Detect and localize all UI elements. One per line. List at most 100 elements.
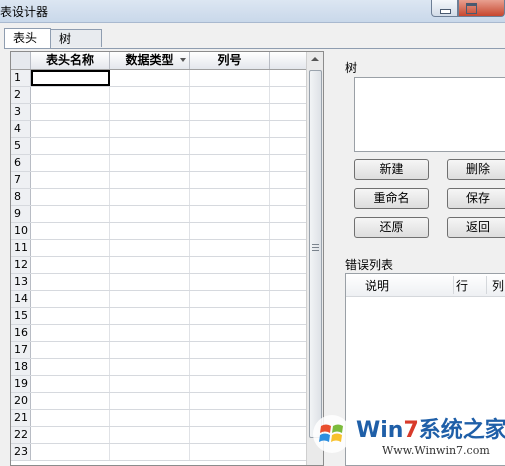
grid-cell[interactable] bbox=[270, 325, 307, 341]
table-row[interactable]: 3 bbox=[11, 104, 307, 121]
table-row[interactable]: 8 bbox=[11, 189, 307, 206]
new-button[interactable]: 新建 bbox=[354, 159, 429, 180]
grid-corner[interactable] bbox=[11, 52, 31, 69]
grid-cell[interactable] bbox=[110, 155, 190, 171]
grid-cell[interactable] bbox=[110, 308, 190, 324]
grid-cell[interactable] bbox=[31, 206, 110, 222]
grid-cell[interactable] bbox=[270, 172, 307, 188]
grid-cell[interactable] bbox=[270, 410, 307, 426]
grid-cell[interactable] bbox=[31, 257, 110, 273]
grid-cell[interactable] bbox=[31, 87, 110, 103]
table-row[interactable]: 6 bbox=[11, 155, 307, 172]
row-number[interactable]: 21 bbox=[11, 410, 31, 426]
tab-header[interactable]: 表头 bbox=[4, 28, 51, 48]
grid-cell[interactable] bbox=[31, 342, 110, 358]
grid-cell[interactable] bbox=[110, 87, 190, 103]
row-number[interactable]: 17 bbox=[11, 342, 31, 358]
grid-cell[interactable] bbox=[190, 359, 270, 375]
grid-cell[interactable] bbox=[31, 223, 110, 239]
table-row[interactable]: 10 bbox=[11, 223, 307, 240]
table-row[interactable]: 4 bbox=[11, 121, 307, 138]
table-row[interactable]: 16 bbox=[11, 325, 307, 342]
grid-cell[interactable] bbox=[31, 240, 110, 256]
grid-cell[interactable] bbox=[31, 427, 110, 443]
grid-cell[interactable] bbox=[270, 206, 307, 222]
grid-cell[interactable] bbox=[110, 121, 190, 137]
grid-cell[interactable] bbox=[31, 274, 110, 290]
row-number[interactable]: 13 bbox=[11, 274, 31, 290]
grid-cell[interactable] bbox=[110, 223, 190, 239]
grid-cell[interactable] bbox=[190, 325, 270, 341]
back-button[interactable]: 返回 bbox=[447, 217, 505, 238]
column-header-partial[interactable] bbox=[270, 52, 307, 69]
grid-cell[interactable] bbox=[31, 444, 110, 460]
row-number[interactable]: 8 bbox=[11, 189, 31, 205]
table-row[interactable]: 5 bbox=[11, 138, 307, 155]
row-number[interactable]: 12 bbox=[11, 257, 31, 273]
grid-cell[interactable] bbox=[110, 206, 190, 222]
row-number[interactable]: 19 bbox=[11, 376, 31, 392]
error-column-row[interactable]: 行 bbox=[456, 277, 468, 294]
row-number[interactable]: 22 bbox=[11, 427, 31, 443]
grid-cell[interactable] bbox=[31, 393, 110, 409]
tab-tree[interactable]: 树 bbox=[50, 29, 102, 47]
table-row[interactable]: 13 bbox=[11, 274, 307, 291]
grid-cell[interactable] bbox=[31, 104, 110, 120]
maximize-button[interactable] bbox=[458, 0, 505, 17]
grid-cell[interactable] bbox=[190, 444, 270, 460]
row-number[interactable]: 5 bbox=[11, 138, 31, 154]
grid-cell[interactable] bbox=[190, 257, 270, 273]
tree-view[interactable] bbox=[354, 77, 505, 152]
table-row[interactable]: 2 bbox=[11, 87, 307, 104]
grid-cell[interactable] bbox=[270, 427, 307, 443]
row-number[interactable]: 15 bbox=[11, 308, 31, 324]
row-number[interactable]: 3 bbox=[11, 104, 31, 120]
grid-cell[interactable] bbox=[270, 70, 307, 86]
column-header-column-number[interactable]: 列号 bbox=[190, 52, 270, 69]
grid-cell[interactable] bbox=[190, 342, 270, 358]
grid-cell[interactable] bbox=[31, 359, 110, 375]
grid-cell[interactable] bbox=[190, 87, 270, 103]
row-number[interactable]: 16 bbox=[11, 325, 31, 341]
grid-cell[interactable] bbox=[110, 444, 190, 460]
grid-cell[interactable] bbox=[270, 274, 307, 290]
grid-cell[interactable] bbox=[190, 393, 270, 409]
grid-cell[interactable] bbox=[31, 308, 110, 324]
grid-cell[interactable] bbox=[31, 291, 110, 307]
grid-cell[interactable] bbox=[31, 121, 110, 137]
grid-vertical-scrollbar[interactable] bbox=[306, 52, 323, 465]
row-number[interactable]: 9 bbox=[11, 206, 31, 222]
grid-cell[interactable] bbox=[270, 121, 307, 137]
table-row[interactable]: 23 bbox=[11, 444, 307, 461]
restore-button[interactable]: 还原 bbox=[354, 217, 429, 238]
grid-cell[interactable] bbox=[270, 104, 307, 120]
rename-button[interactable]: 重命名 bbox=[354, 188, 429, 209]
table-row[interactable]: 15 bbox=[11, 308, 307, 325]
grid-cell[interactable] bbox=[270, 155, 307, 171]
grid-cell[interactable] bbox=[270, 342, 307, 358]
grid-cell[interactable] bbox=[110, 291, 190, 307]
grid-cell[interactable] bbox=[190, 223, 270, 239]
minimize-button[interactable] bbox=[431, 0, 458, 17]
table-row[interactable]: 19 bbox=[11, 376, 307, 393]
grid-cell[interactable] bbox=[31, 70, 110, 86]
grid-cell[interactable] bbox=[110, 104, 190, 120]
grid-cell[interactable] bbox=[110, 189, 190, 205]
grid-cell[interactable] bbox=[110, 257, 190, 273]
table-row[interactable]: 17 bbox=[11, 342, 307, 359]
row-number[interactable]: 23 bbox=[11, 444, 31, 460]
grid-cell[interactable] bbox=[110, 138, 190, 154]
grid-cell[interactable] bbox=[270, 291, 307, 307]
table-row[interactable]: 1 bbox=[11, 70, 307, 87]
grid-cell[interactable] bbox=[190, 172, 270, 188]
table-row[interactable]: 18 bbox=[11, 359, 307, 376]
scroll-up-arrow-icon[interactable] bbox=[311, 57, 319, 61]
header-design-grid[interactable]: 表头名称 数据类型 列号 1 2 3 4 5 6 7 8 9 10 11 12 13 14 15 16 17 18… bbox=[10, 51, 324, 466]
row-number[interactable]: 20 bbox=[11, 393, 31, 409]
table-row[interactable]: 22 bbox=[11, 427, 307, 444]
grid-cell[interactable] bbox=[190, 189, 270, 205]
table-row[interactable]: 14 bbox=[11, 291, 307, 308]
grid-cell[interactable] bbox=[110, 393, 190, 409]
row-number[interactable]: 4 bbox=[11, 121, 31, 137]
grid-cell[interactable] bbox=[270, 257, 307, 273]
